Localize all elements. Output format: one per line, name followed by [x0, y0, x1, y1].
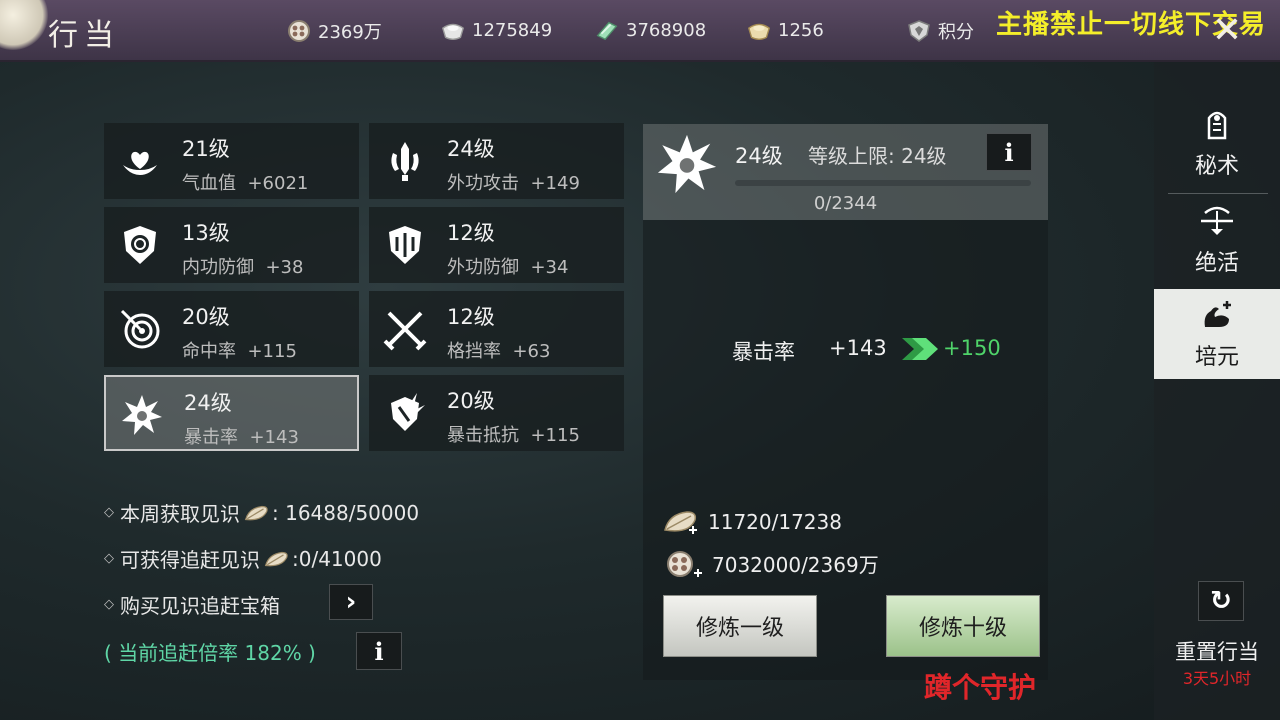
sidebar-item-cultivate[interactable]: 培元: [1154, 289, 1280, 379]
cost-insight-value: 11720/17238: [708, 510, 842, 534]
stat-label: 暴击率 +143: [184, 427, 299, 448]
stat-level: 12级: [447, 305, 495, 329]
armor-shield-icon: [383, 223, 427, 267]
jade-value: 3768908: [626, 19, 707, 41]
weekly-obtained-label: 本周获取见识: [120, 502, 240, 526]
target-icon: [118, 307, 162, 351]
sidebar-item-label: 绝活: [1194, 251, 1239, 276]
arrow-right-icon: [900, 334, 940, 364]
catchup-rate-text: ( 当前追赶倍率 182% ): [104, 641, 316, 665]
stat-tile-outer-defense[interactable]: 12级 外功防御 +34: [369, 207, 624, 283]
stat-label: 暴击抵抗 +115: [447, 425, 580, 446]
close-icon[interactable]: ✕: [1212, 10, 1242, 51]
leaf-insight-icon: [264, 547, 290, 571]
currency-silver[interactable]: 1275849: [440, 18, 552, 42]
jade-icon: [594, 18, 620, 42]
stat-level: 12级: [447, 221, 495, 245]
stat-label: 外功防御 +34: [447, 257, 569, 278]
cost-coin-row: 7032000/2369万: [662, 549, 879, 578]
burst-icon: [120, 393, 164, 437]
sidebar-item-secret-art[interactable]: 秘术: [1154, 98, 1280, 188]
bow-icon: [1197, 205, 1237, 245]
spiked-shield-icon: [383, 391, 427, 435]
reset-icon[interactable]: ↻: [1198, 581, 1244, 621]
detail-current-value: +143: [829, 336, 887, 360]
points-label: 积分: [938, 22, 974, 43]
cost-insight-row: 11720/17238: [662, 510, 842, 534]
stat-label: 内功防御 +38: [182, 257, 304, 278]
secret-art-icon: [1199, 106, 1235, 148]
catchup-info-button[interactable]: i: [356, 632, 402, 670]
stat-tile-hit-rate[interactable]: 20级 命中率 +115: [104, 291, 359, 367]
coin-icon: [286, 19, 312, 43]
progress-text: 0/2344: [813, 193, 878, 214]
stat-level: 20级: [447, 389, 495, 413]
detail-next-value: +150: [943, 336, 1001, 360]
overlay-red-text: 蹲个守护: [924, 671, 1037, 704]
stat-tile-crit-rate[interactable]: 24级 暴击率 +143: [104, 375, 359, 451]
gold-value: 1256: [778, 19, 824, 41]
weekly-obtained-row: ◇ 本周获取见识 : 16488/50000: [104, 498, 419, 527]
leaf-insight-icon: [244, 501, 270, 525]
sword-emblem-icon: [383, 139, 427, 183]
sidebar-item-special-skill[interactable]: 绝活: [1154, 196, 1280, 286]
stat-level: 20级: [182, 305, 230, 329]
stat-label: 命中率 +115: [182, 341, 297, 362]
stat-level: 21级: [182, 137, 230, 161]
heart-lotus-icon: [118, 139, 162, 183]
sidebar-divider: [1168, 193, 1268, 194]
cost-coin-value: 7032000/2369万: [712, 553, 879, 577]
progress-bar: [735, 180, 1031, 186]
currency-jade[interactable]: 3768908: [594, 18, 706, 42]
currency-coin[interactable]: 2369万: [286, 18, 382, 44]
sidebar-item-label: 培元: [1194, 345, 1239, 370]
muscle-arm-icon: [1199, 297, 1235, 339]
diamond-bullet-icon: ◇: [104, 597, 114, 612]
stat-label: 气血值 +6021: [182, 173, 309, 194]
crossed-swords-icon: [383, 307, 427, 351]
round-shield-icon: [118, 223, 162, 267]
buy-chest-row: ◇ 购买见识追赶宝箱: [104, 590, 280, 619]
buy-chest-arrow-button[interactable]: ›: [329, 584, 373, 620]
detail-stat-name: 暴击率: [732, 340, 795, 364]
page-title: 行当: [48, 18, 120, 53]
stat-tile-crit-resist[interactable]: 20级 暴击抵抗 +115: [369, 375, 624, 451]
weekly-obtained-value: : 16488/50000: [272, 500, 420, 525]
coin-value: 2369万: [318, 22, 382, 43]
detail-level-cap: 等级上限: 24级: [808, 144, 947, 168]
currency-gold[interactable]: 1256: [746, 18, 824, 42]
stat-tile-block-rate[interactable]: 12级 格挡率 +63: [369, 291, 624, 367]
coin-icon: [662, 550, 706, 577]
weekly-catchup-label: 可获得追赶见识: [120, 548, 260, 572]
detail-level: 24级: [735, 144, 783, 168]
detail-info-button[interactable]: i: [986, 133, 1032, 171]
stat-level: 24级: [447, 137, 495, 161]
stat-label: 格挡率 +63: [447, 341, 551, 362]
currency-points[interactable]: 积分: [906, 18, 974, 44]
sidebar-item-label: 秘术: [1194, 154, 1239, 179]
diamond-bullet-icon: ◇: [104, 551, 114, 566]
shield-badge-icon: [906, 19, 932, 43]
stat-tile-hp[interactable]: 21级 气血值 +6021: [104, 123, 359, 199]
burst-icon: [655, 132, 719, 196]
stat-level: 24级: [184, 391, 232, 415]
gold-ingot-icon: [746, 18, 772, 42]
stat-level: 13级: [182, 221, 230, 245]
reset-timer: 3天5小时: [1182, 669, 1252, 688]
weekly-catchup-value: :0/41000: [292, 546, 382, 571]
train-ten-levels-button[interactable]: 修炼十级: [886, 595, 1040, 657]
stat-tile-inner-defense[interactable]: 13级 内功防御 +38: [104, 207, 359, 283]
silver-value: 1275849: [472, 19, 553, 41]
stat-label: 外功攻击 +149: [447, 173, 580, 194]
buy-chest-label: 购买见识追赶宝箱: [120, 594, 280, 618]
train-one-level-button[interactable]: 修炼一级: [663, 595, 817, 657]
diamond-bullet-icon: ◇: [104, 505, 114, 520]
weekly-catchup-row: ◇ 可获得追赶见识 :0/41000: [104, 544, 382, 573]
leaf-insight-icon: [662, 510, 702, 534]
stat-tile-outer-attack[interactable]: 24级 外功攻击 +149: [369, 123, 624, 199]
top-bar: 行当 2369万 1275849 3768908 1256 积分 主播禁止一切线…: [0, 0, 1280, 62]
silver-ingot-icon: [440, 18, 466, 42]
reset-profession-label[interactable]: 重置行当: [1154, 636, 1280, 666]
moon-decoration: [0, 0, 48, 50]
